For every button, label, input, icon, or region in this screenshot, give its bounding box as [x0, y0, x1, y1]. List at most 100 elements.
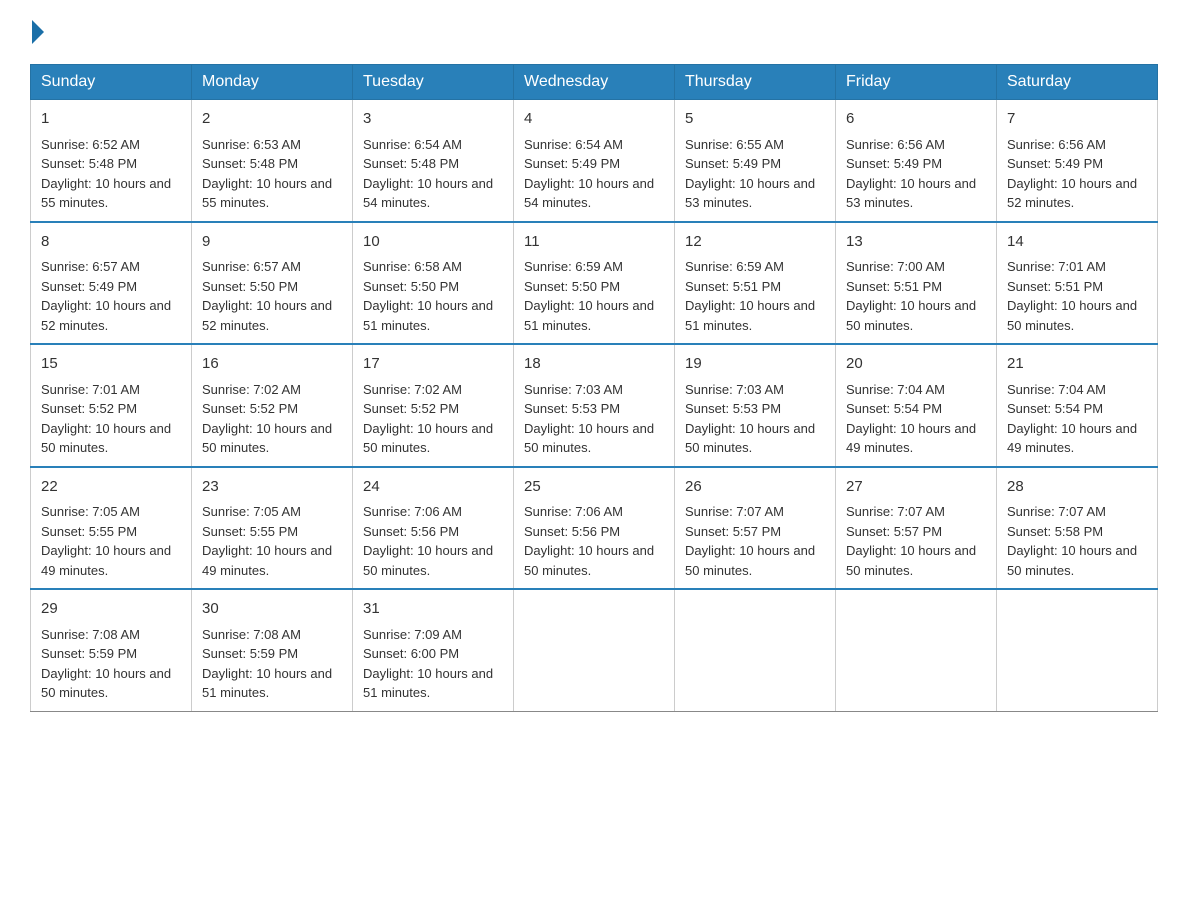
day-number: 13: [846, 231, 986, 254]
sunset-text: Sunset: 6:00 PM: [363, 646, 459, 661]
sunrise-text: Sunrise: 6:56 AM: [846, 137, 945, 152]
col-sunday: Sunday: [31, 65, 192, 100]
sunrise-text: Sunrise: 6:53 AM: [202, 137, 301, 152]
sunset-text: Sunset: 5:56 PM: [524, 524, 620, 539]
day-number: 11: [524, 231, 664, 254]
sunset-text: Sunset: 5:59 PM: [41, 646, 137, 661]
table-row: 6 Sunrise: 6:56 AM Sunset: 5:49 PM Dayli…: [836, 100, 997, 222]
sunset-text: Sunset: 5:55 PM: [41, 524, 137, 539]
daylight-text: Daylight: 10 hours and 53 minutes.: [685, 176, 815, 211]
sunrise-text: Sunrise: 6:59 AM: [524, 259, 623, 274]
daylight-text: Daylight: 10 hours and 50 minutes.: [41, 666, 171, 701]
day-number: 22: [41, 476, 181, 499]
daylight-text: Daylight: 10 hours and 51 minutes.: [685, 298, 815, 333]
sunset-text: Sunset: 5:57 PM: [846, 524, 942, 539]
sunrise-text: Sunrise: 7:06 AM: [363, 504, 462, 519]
sunrise-text: Sunrise: 7:03 AM: [524, 382, 623, 397]
table-row: 1 Sunrise: 6:52 AM Sunset: 5:48 PM Dayli…: [31, 100, 192, 222]
daylight-text: Daylight: 10 hours and 49 minutes.: [41, 543, 171, 578]
sunset-text: Sunset: 5:54 PM: [1007, 401, 1103, 416]
sunrise-text: Sunrise: 7:04 AM: [846, 382, 945, 397]
sunset-text: Sunset: 5:53 PM: [524, 401, 620, 416]
table-row: 17 Sunrise: 7:02 AM Sunset: 5:52 PM Dayl…: [353, 344, 514, 467]
sunset-text: Sunset: 5:50 PM: [202, 279, 298, 294]
calendar-week-row: 22 Sunrise: 7:05 AM Sunset: 5:55 PM Dayl…: [31, 467, 1158, 590]
day-number: 24: [363, 476, 503, 499]
calendar-week-row: 8 Sunrise: 6:57 AM Sunset: 5:49 PM Dayli…: [31, 222, 1158, 345]
sunset-text: Sunset: 5:51 PM: [846, 279, 942, 294]
table-row: 12 Sunrise: 6:59 AM Sunset: 5:51 PM Dayl…: [675, 222, 836, 345]
sunrise-text: Sunrise: 6:58 AM: [363, 259, 462, 274]
day-number: 5: [685, 108, 825, 131]
sunrise-text: Sunrise: 7:08 AM: [41, 627, 140, 642]
table-row: 8 Sunrise: 6:57 AM Sunset: 5:49 PM Dayli…: [31, 222, 192, 345]
sunset-text: Sunset: 5:52 PM: [41, 401, 137, 416]
col-tuesday: Tuesday: [353, 65, 514, 100]
sunrise-text: Sunrise: 7:01 AM: [41, 382, 140, 397]
table-row: [514, 589, 675, 711]
sunrise-text: Sunrise: 7:09 AM: [363, 627, 462, 642]
table-row: 3 Sunrise: 6:54 AM Sunset: 5:48 PM Dayli…: [353, 100, 514, 222]
table-row: 4 Sunrise: 6:54 AM Sunset: 5:49 PM Dayli…: [514, 100, 675, 222]
table-row: 11 Sunrise: 6:59 AM Sunset: 5:50 PM Dayl…: [514, 222, 675, 345]
day-number: 17: [363, 353, 503, 376]
daylight-text: Daylight: 10 hours and 50 minutes.: [363, 543, 493, 578]
logo-arrow-icon: [32, 20, 44, 44]
sunrise-text: Sunrise: 6:54 AM: [363, 137, 462, 152]
day-number: 16: [202, 353, 342, 376]
daylight-text: Daylight: 10 hours and 50 minutes.: [41, 421, 171, 456]
table-row: 22 Sunrise: 7:05 AM Sunset: 5:55 PM Dayl…: [31, 467, 192, 590]
col-thursday: Thursday: [675, 65, 836, 100]
sunset-text: Sunset: 5:48 PM: [41, 156, 137, 171]
sunrise-text: Sunrise: 7:07 AM: [846, 504, 945, 519]
table-row: 18 Sunrise: 7:03 AM Sunset: 5:53 PM Dayl…: [514, 344, 675, 467]
sunset-text: Sunset: 5:48 PM: [363, 156, 459, 171]
table-row: 7 Sunrise: 6:56 AM Sunset: 5:49 PM Dayli…: [997, 100, 1158, 222]
daylight-text: Daylight: 10 hours and 50 minutes.: [846, 543, 976, 578]
table-row: 19 Sunrise: 7:03 AM Sunset: 5:53 PM Dayl…: [675, 344, 836, 467]
sunset-text: Sunset: 5:58 PM: [1007, 524, 1103, 539]
sunrise-text: Sunrise: 6:55 AM: [685, 137, 784, 152]
table-row: 20 Sunrise: 7:04 AM Sunset: 5:54 PM Dayl…: [836, 344, 997, 467]
sunrise-text: Sunrise: 7:06 AM: [524, 504, 623, 519]
day-number: 4: [524, 108, 664, 131]
day-number: 27: [846, 476, 986, 499]
sunset-text: Sunset: 5:50 PM: [524, 279, 620, 294]
sunset-text: Sunset: 5:59 PM: [202, 646, 298, 661]
daylight-text: Daylight: 10 hours and 50 minutes.: [202, 421, 332, 456]
daylight-text: Daylight: 10 hours and 50 minutes.: [685, 421, 815, 456]
table-row: 10 Sunrise: 6:58 AM Sunset: 5:50 PM Dayl…: [353, 222, 514, 345]
table-row: 30 Sunrise: 7:08 AM Sunset: 5:59 PM Dayl…: [192, 589, 353, 711]
table-row: 27 Sunrise: 7:07 AM Sunset: 5:57 PM Dayl…: [836, 467, 997, 590]
page-header: [30, 20, 1158, 44]
table-row: 31 Sunrise: 7:09 AM Sunset: 6:00 PM Dayl…: [353, 589, 514, 711]
sunrise-text: Sunrise: 7:05 AM: [41, 504, 140, 519]
daylight-text: Daylight: 10 hours and 53 minutes.: [846, 176, 976, 211]
sunrise-text: Sunrise: 7:03 AM: [685, 382, 784, 397]
sunset-text: Sunset: 5:49 PM: [41, 279, 137, 294]
day-number: 19: [685, 353, 825, 376]
calendar-week-row: 1 Sunrise: 6:52 AM Sunset: 5:48 PM Dayli…: [31, 100, 1158, 222]
day-number: 20: [846, 353, 986, 376]
daylight-text: Daylight: 10 hours and 54 minutes.: [363, 176, 493, 211]
day-number: 2: [202, 108, 342, 131]
daylight-text: Daylight: 10 hours and 49 minutes.: [846, 421, 976, 456]
day-number: 9: [202, 231, 342, 254]
daylight-text: Daylight: 10 hours and 50 minutes.: [363, 421, 493, 456]
day-number: 26: [685, 476, 825, 499]
day-number: 25: [524, 476, 664, 499]
sunset-text: Sunset: 5:49 PM: [685, 156, 781, 171]
daylight-text: Daylight: 10 hours and 50 minutes.: [524, 421, 654, 456]
daylight-text: Daylight: 10 hours and 52 minutes.: [41, 298, 171, 333]
sunset-text: Sunset: 5:51 PM: [1007, 279, 1103, 294]
table-row: 25 Sunrise: 7:06 AM Sunset: 5:56 PM Dayl…: [514, 467, 675, 590]
day-number: 18: [524, 353, 664, 376]
daylight-text: Daylight: 10 hours and 52 minutes.: [202, 298, 332, 333]
sunrise-text: Sunrise: 6:52 AM: [41, 137, 140, 152]
table-row: 28 Sunrise: 7:07 AM Sunset: 5:58 PM Dayl…: [997, 467, 1158, 590]
day-number: 10: [363, 231, 503, 254]
sunrise-text: Sunrise: 7:01 AM: [1007, 259, 1106, 274]
sunrise-text: Sunrise: 7:00 AM: [846, 259, 945, 274]
table-row: 9 Sunrise: 6:57 AM Sunset: 5:50 PM Dayli…: [192, 222, 353, 345]
table-row: 16 Sunrise: 7:02 AM Sunset: 5:52 PM Dayl…: [192, 344, 353, 467]
